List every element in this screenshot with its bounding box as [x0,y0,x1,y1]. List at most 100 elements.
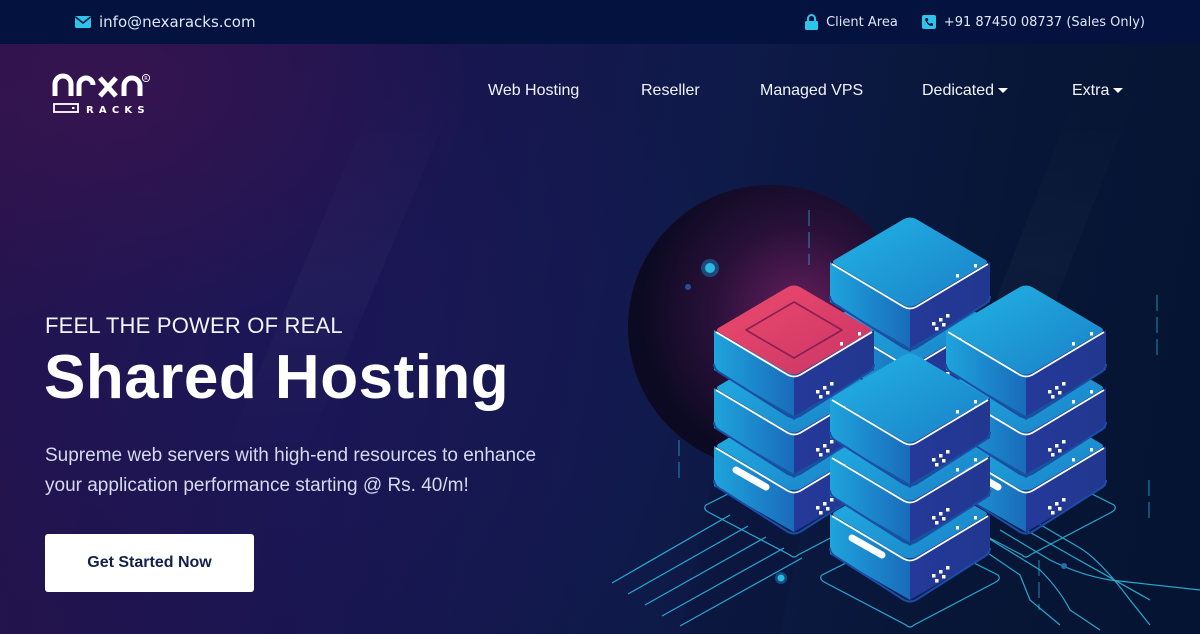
status-light [1090,448,1093,452]
status-light [1048,448,1052,452]
status-light [956,274,959,278]
hero-headline: Shared Hosting [44,343,510,412]
status-light [823,502,827,506]
status-light [819,395,823,399]
status-light [956,468,959,472]
nav-reseller[interactable]: Reseller [641,82,760,100]
status-light [974,458,977,462]
status-light [816,390,820,394]
decor-dot [705,263,715,273]
status-light [932,516,936,520]
decor-dot [685,284,691,290]
circuit-line [679,557,803,627]
nexa-racks-logo[interactable]: R RACKS [52,72,172,122]
circuit-line [1023,514,1151,626]
status-light [1048,506,1052,510]
status-light [942,323,946,327]
server-stack-illustration [611,185,1200,631]
status-light [1055,444,1059,448]
decor-dot [1061,563,1067,569]
status-light [826,391,830,395]
status-light [946,450,950,454]
nav-label: Reseller [641,82,700,99]
hero-eyebrow: FEEL THE POWER OF REAL [45,313,343,338]
get-started-button[interactable]: Get Started Now [45,534,254,592]
circuit-line [611,514,731,584]
status-light [942,517,946,521]
status-light [956,526,959,530]
phone-icon [921,15,936,29]
caret-down-icon [998,87,1009,93]
status-light [823,386,827,390]
status-light [932,322,936,326]
status-light [974,400,977,404]
status-light [816,448,820,452]
status-light [974,516,977,520]
hero-subtext-line2: your application performance starting @ … [45,475,469,496]
email-link[interactable]: info@nexaracks.com [75,13,256,31]
circuit-line [999,529,1200,591]
status-light [942,575,946,579]
main-nav: Web Hosting Reseller Managed VPS Dedicat… [488,82,1124,100]
status-light [1048,390,1052,394]
status-light [946,508,950,512]
status-light [935,579,939,583]
status-light [826,449,830,453]
status-light [1051,395,1055,399]
status-light [1051,453,1055,457]
lock-icon [805,14,819,30]
circuit-line [987,537,1101,631]
status-light [942,459,946,463]
status-light [826,507,830,511]
client-area-text: Client Area [826,14,898,30]
status-light [946,314,950,318]
status-light [1062,498,1066,502]
status-light [932,458,936,462]
phone-text: +91 87450 08737 (Sales Only) [943,14,1145,30]
status-light [974,264,977,268]
circuit-line [644,536,767,606]
status-light [1090,332,1093,336]
status-light [1062,382,1066,386]
nav-web-hosting[interactable]: Web Hosting [488,82,641,100]
status-light [1090,390,1093,394]
top-contact-bar: info@nexaracks.com Client Area +91 87450… [0,0,1200,44]
status-light [1051,511,1055,515]
client-area-link[interactable]: Client Area [805,14,898,30]
status-light [1058,507,1062,511]
nav-dedicated[interactable]: Dedicated [922,82,1072,100]
status-light [932,574,936,578]
status-light [956,410,959,414]
status-light [830,382,834,386]
status-light [946,566,950,570]
status-light [1055,502,1059,506]
nav-managed-vps[interactable]: Managed VPS [760,82,922,100]
status-light [935,521,939,525]
status-light [939,570,943,574]
status-light [858,332,861,336]
status-light [1058,391,1062,395]
hero-subtext-line1: Supreme web servers with high-end resour… [45,445,537,466]
status-light [939,318,943,322]
phone-link[interactable]: +91 87450 08737 (Sales Only) [921,14,1145,30]
nav-label: Dedicated [922,82,995,99]
status-light [823,444,827,448]
nav-label: Managed VPS [760,82,864,99]
status-light [1058,449,1062,453]
status-light [1072,458,1075,462]
status-light [830,498,834,502]
status-light [1055,386,1059,390]
nav-label: Web Hosting [488,82,580,99]
caret-down-icon [1113,87,1124,93]
status-light [816,506,820,510]
hero-subtext: Supreme web servers with high-end resour… [45,441,605,501]
nav-extra[interactable]: Extra [1072,82,1124,100]
registered-mark: R [144,76,148,82]
circuit-line [1011,521,1151,601]
status-light [935,327,939,331]
logo-racks-text: RACKS [86,105,150,116]
decor-dot [777,574,785,582]
status-light [1072,342,1075,346]
status-light [819,511,823,515]
status-light [830,440,834,444]
